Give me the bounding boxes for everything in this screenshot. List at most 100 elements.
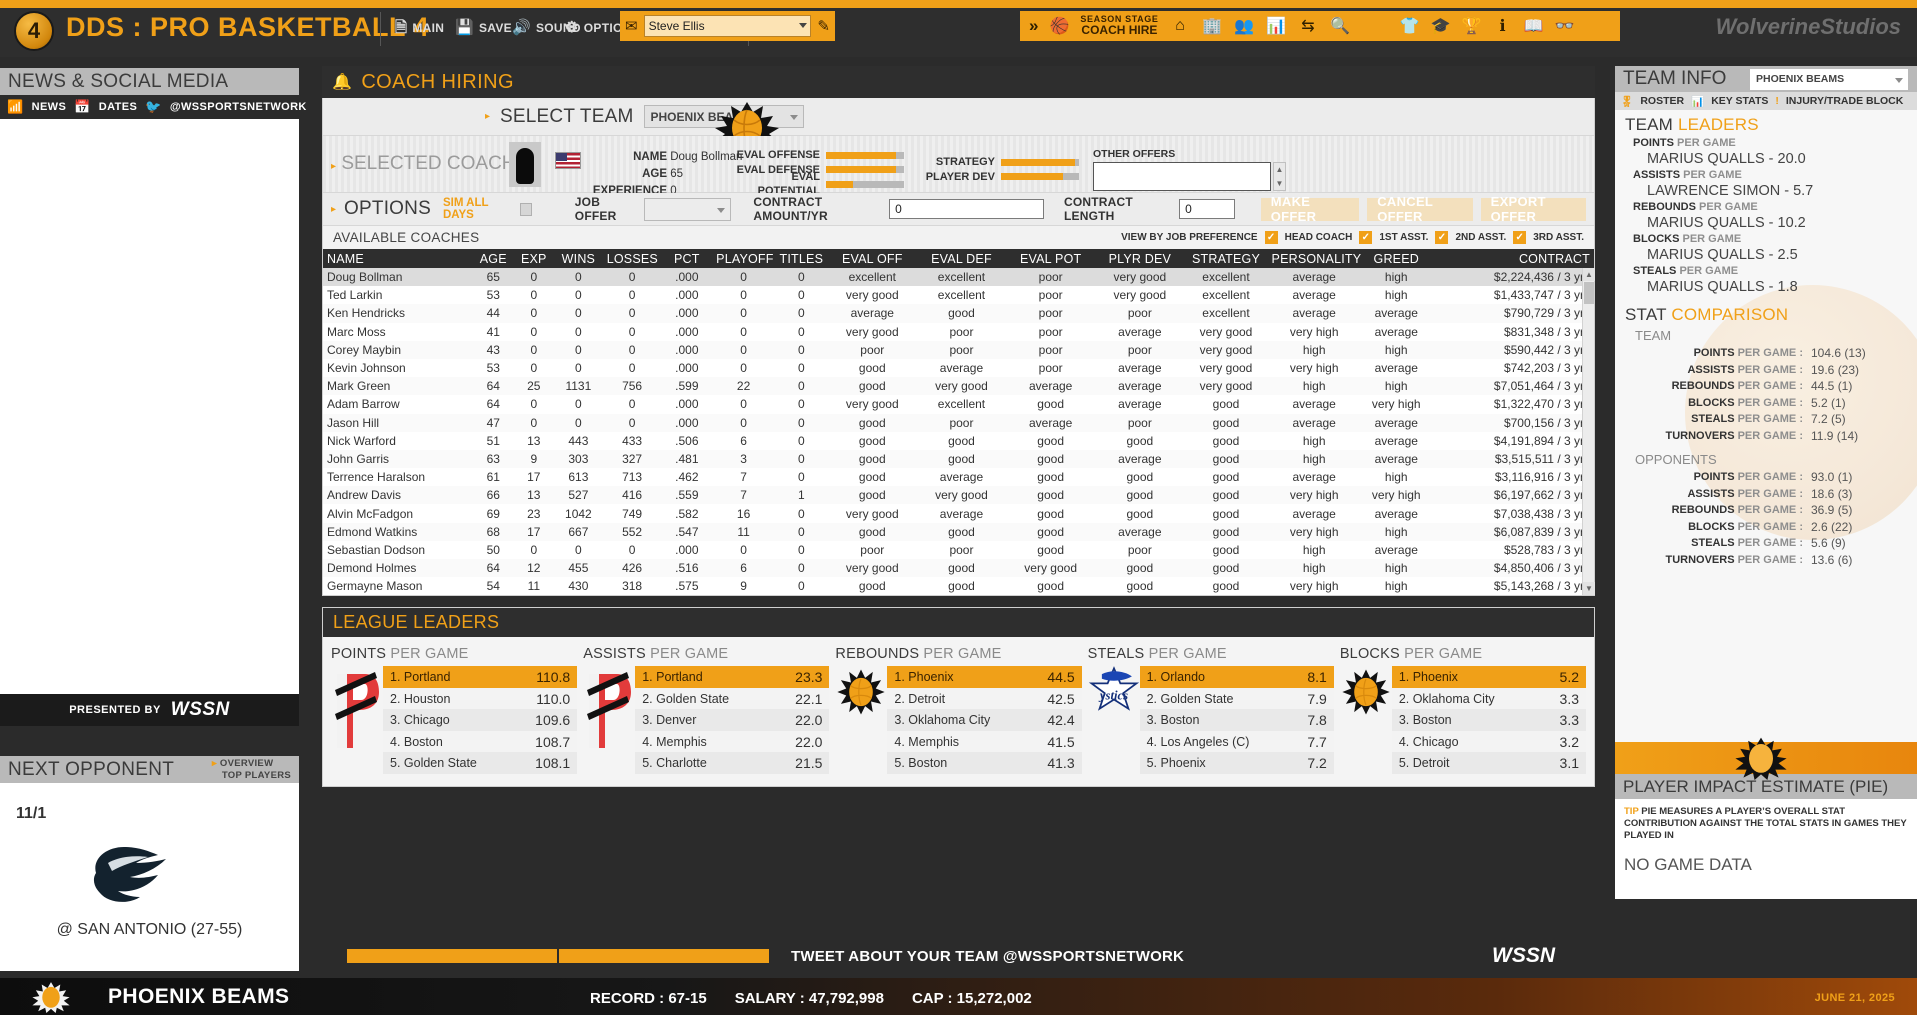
list-item[interactable]: 2. Oklahoma City 3.3 bbox=[1391, 687, 1587, 710]
list-item[interactable]: 2. Detroit 42.5 bbox=[887, 687, 1082, 710]
people-icon[interactable]: 👥 bbox=[1233, 16, 1254, 36]
list-item[interactable]: 1. Portland 110.8 bbox=[383, 666, 578, 688]
shirt-icon[interactable]: 👕 bbox=[1399, 16, 1420, 36]
basketball-icon[interactable]: 🏀 bbox=[1049, 16, 1069, 36]
column-header-strategy[interactable]: STRATEGY bbox=[1184, 249, 1268, 268]
table-row[interactable]: Ken Hendricks 44 0 0 0 .000 0 0 average good poor p… bbox=[323, 304, 1594, 323]
list-item[interactable]: 4. Los Angeles (C) 7.7 bbox=[1139, 730, 1334, 753]
link-top-players[interactable]: TOP PLAYERS bbox=[222, 770, 291, 781]
list-item[interactable]: 4. Chicago 3.2 bbox=[1391, 730, 1587, 753]
menu-main[interactable]: 🗎 MAIN bbox=[395, 20, 444, 35]
table-row[interactable]: Ted Larkin 53 0 0 0 .000 0 0 very good excellent p… bbox=[323, 286, 1594, 305]
scroll-thumb[interactable] bbox=[1584, 282, 1594, 304]
tweet-tab-1[interactable] bbox=[347, 949, 557, 963]
contract-amount-input[interactable]: 0 bbox=[889, 199, 1044, 219]
table-row[interactable]: Mark Green 64 25 1131 756 .599 22 0 good very goo… bbox=[323, 377, 1594, 396]
draft-icon[interactable]: 🎓 bbox=[1430, 16, 1451, 36]
list-item[interactable]: 5. Boston 41.3 bbox=[887, 752, 1082, 774]
table-row[interactable]: Adam Barrow 64 0 0 0 .000 0 0 very good excellent… bbox=[323, 395, 1594, 414]
column-header-titles[interactable]: TITLES bbox=[774, 249, 828, 268]
list-item[interactable]: 2. Golden State 7.9 bbox=[1139, 687, 1334, 710]
table-scrollbar[interactable]: ▲ ▼ bbox=[1582, 268, 1595, 596]
column-header-plyr-dev[interactable]: PLYR DEV bbox=[1095, 249, 1185, 268]
checkbox-head-coach[interactable]: ✓ bbox=[1264, 231, 1278, 244]
list-item[interactable]: 4. Memphis 22.0 bbox=[635, 730, 830, 753]
chevron-down-icon[interactable]: ▼ bbox=[1276, 179, 1284, 188]
cancel-offer-button[interactable]: CANCEL OFFER bbox=[1367, 194, 1473, 224]
glasses-icon[interactable]: 👓 bbox=[1554, 16, 1575, 36]
news-tab-news[interactable]: NEWS bbox=[32, 101, 67, 113]
table-row[interactable]: Andrew Davis 66 13 527 416 .559 7 1 good very goo… bbox=[323, 486, 1594, 505]
tweet-tab-2[interactable] bbox=[559, 949, 769, 963]
checkbox-3rd-asst[interactable]: ✓ bbox=[1513, 231, 1527, 244]
tab-injury-trade-block[interactable]: INJURY/TRADE BLOCK bbox=[1786, 95, 1903, 107]
news-tab-dates[interactable]: DATES bbox=[99, 101, 137, 113]
news-tab-twitter[interactable]: @WSSPORTSNETWORK bbox=[170, 101, 307, 113]
column-header-wins[interactable]: WINS bbox=[554, 249, 603, 268]
building-icon[interactable]: 🏢 bbox=[1201, 16, 1222, 36]
book-icon[interactable]: 📖 bbox=[1523, 16, 1544, 36]
table-row[interactable]: Jason Hill 47 0 0 0 .000 0 0 good poor average poor… bbox=[323, 413, 1594, 432]
list-item[interactable]: 2. Houston 110.0 bbox=[383, 687, 578, 710]
column-header-personality[interactable]: PERSONALITY bbox=[1267, 249, 1361, 268]
contract-length-input[interactable]: 0 bbox=[1179, 199, 1235, 219]
list-item[interactable]: 3. Boston 7.8 bbox=[1139, 709, 1334, 731]
advance-icon[interactable]: » bbox=[1029, 16, 1038, 36]
column-header-age[interactable]: AGE bbox=[473, 249, 514, 268]
table-row[interactable]: Alvin McFadgon 69 23 1042 749 .582 16 0 very goo… bbox=[323, 504, 1594, 523]
job-offer-dropdown[interactable] bbox=[644, 197, 732, 221]
column-header-exp[interactable]: EXP bbox=[513, 249, 555, 268]
tab-key-stats[interactable]: KEY STATS bbox=[1711, 95, 1768, 107]
column-header-eval-def[interactable]: EVAL DEF bbox=[916, 249, 1007, 268]
list-item[interactable]: 4. Boston 108.7 bbox=[383, 730, 578, 753]
list-item[interactable]: 3. Denver 22.0 bbox=[635, 709, 830, 731]
table-row[interactable]: Sebastian Dodson 50 0 0 0 .000 0 0 poor poor good p… bbox=[323, 540, 1594, 559]
envelope-icon[interactable]: ✉ bbox=[625, 17, 638, 35]
table-row[interactable]: John Garris 63 9 303 327 .481 3 0 good good good av… bbox=[323, 449, 1594, 469]
table-row[interactable]: Doug Bollman 65 0 0 0 .000 0 0 excellent excellen… bbox=[323, 268, 1594, 287]
table-row[interactable]: Kevin Johnson 53 0 0 0 .000 0 0 good average poor a… bbox=[323, 358, 1594, 378]
sim-all-days-checkbox[interactable] bbox=[520, 202, 532, 216]
other-offers-scrollbar[interactable]: ▲ ▼ bbox=[1273, 162, 1286, 191]
trade-icon[interactable]: ⇆ bbox=[1297, 16, 1318, 36]
list-item[interactable]: 5. Golden State 108.1 bbox=[383, 752, 578, 774]
user-select[interactable]: Steve Ellis bbox=[643, 15, 812, 37]
column-header-eval-off[interactable]: EVAL OFF bbox=[827, 249, 917, 268]
link-overview[interactable]: OVERVIEW bbox=[220, 758, 273, 769]
home-icon[interactable]: ⌂ bbox=[1169, 16, 1190, 36]
checkbox-1st-asst[interactable]: ✓ bbox=[1359, 231, 1373, 244]
list-item[interactable]: 3. Boston 3.3 bbox=[1391, 709, 1587, 731]
table-row[interactable]: Nick Warford 51 13 443 433 .506 6 0 good good good… bbox=[323, 431, 1594, 450]
sim-all-days-label[interactable]: SIM ALL DAYS bbox=[443, 197, 512, 221]
list-item[interactable]: 4. Memphis 41.5 bbox=[887, 730, 1082, 753]
list-item[interactable]: 2. Golden State 22.1 bbox=[635, 687, 830, 710]
column-header-playoff[interactable]: PLAYOFF bbox=[712, 249, 775, 268]
export-offer-button[interactable]: EXPORT OFFER bbox=[1480, 194, 1586, 224]
list-item[interactable]: 3. Oklahoma City 42.4 bbox=[887, 709, 1082, 731]
column-header-greed[interactable]: GREED bbox=[1360, 249, 1432, 268]
chevron-up-icon[interactable]: ▲ bbox=[1276, 165, 1284, 174]
list-item[interactable]: 5. Phoenix 7.2 bbox=[1139, 752, 1334, 774]
list-item[interactable]: 1. Phoenix 5.2 bbox=[1391, 666, 1587, 688]
column-header-losses[interactable]: LOSSES bbox=[602, 249, 662, 268]
list-item[interactable]: 5. Detroit 3.1 bbox=[1391, 752, 1587, 774]
info-icon[interactable]: ℹ bbox=[1492, 16, 1513, 36]
list-item[interactable]: 1. Phoenix 44.5 bbox=[887, 666, 1082, 688]
trophy-icon[interactable]: 🏆 bbox=[1461, 16, 1482, 36]
menu-save[interactable]: 💾 SAVE bbox=[455, 20, 512, 35]
list-item[interactable]: 3. Chicago 109.6 bbox=[383, 709, 578, 731]
team-info-team-dropdown[interactable]: PHOENIX BEAMS bbox=[1749, 67, 1909, 91]
table-row[interactable]: Marc Moss 41 0 0 0 .000 0 0 very good poor poor ave… bbox=[323, 322, 1594, 341]
scroll-down-icon[interactable]: ▼ bbox=[1583, 582, 1595, 596]
table-row[interactable]: Corey Maybin 43 0 0 0 .000 0 0 poor poor poor poor v… bbox=[323, 340, 1594, 359]
list-item[interactable]: 1. Orlando 8.1 bbox=[1139, 666, 1334, 688]
table-row[interactable]: Demond Holmes 64 12 455 426 .516 6 0 very good go… bbox=[323, 559, 1594, 578]
checkbox-2nd-asst[interactable]: ✓ bbox=[1435, 231, 1449, 244]
bar-chart-icon[interactable]: 📊 bbox=[1265, 16, 1286, 36]
column-header-name[interactable]: NAME bbox=[323, 249, 473, 268]
make-offer-button[interactable]: MAKE OFFER bbox=[1260, 194, 1360, 224]
other-offers-list[interactable] bbox=[1093, 162, 1271, 191]
edit-icon[interactable]: ✎ bbox=[817, 17, 830, 35]
table-row[interactable]: Germayne Mason 54 11 430 318 .575 9 0 good good go… bbox=[323, 577, 1594, 596]
scroll-up-icon[interactable]: ▲ bbox=[1583, 268, 1595, 281]
